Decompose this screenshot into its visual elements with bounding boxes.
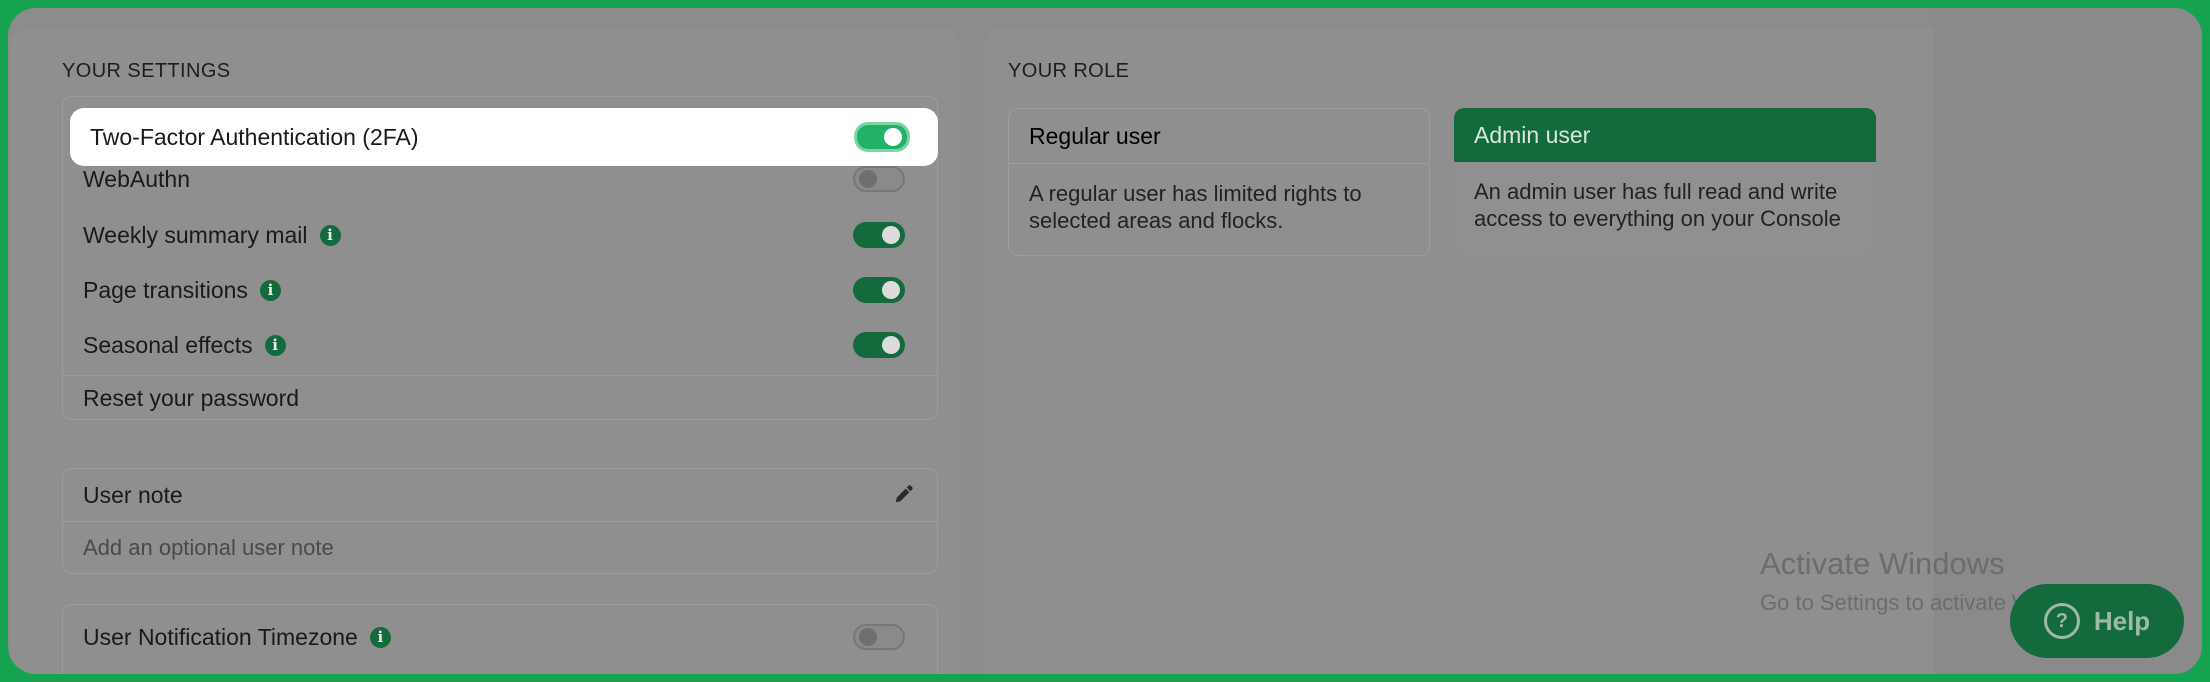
webauthn-toggle[interactable] [853,166,905,192]
setting-label: WebAuthn [83,165,190,192]
user-note-header: User note [63,469,937,521]
setting-label: User Notification Timezone [83,623,358,650]
setting-label: Seasonal effects [83,331,253,358]
timezone-card: User Notification Timezone i [62,604,938,674]
settings-section-title: YOUR SETTINGS [62,60,231,82]
setting-row-page-transitions[interactable]: Page transitions i [63,262,937,318]
info-icon[interactable]: i [319,224,341,246]
toggle-knob [884,128,902,146]
setting-label: Two-Factor Authentication (2FA) [90,123,419,150]
activate-windows-watermark-title: Activate Windows [1760,546,2005,581]
reset-password-link[interactable]: Reset your password [63,375,937,421]
user-note-title: User note [83,481,183,508]
role-option-title: Regular user [1009,109,1429,164]
timezone-toggle[interactable] [853,624,905,650]
toggle-knob [882,281,900,299]
help-label: Help [2093,605,2151,636]
user-note-placeholder: Add an optional user note [83,535,334,560]
info-icon[interactable]: i [369,626,391,648]
weekly-summary-toggle[interactable] [853,222,905,248]
role-option-admin[interactable]: Admin user An admin user has full read a… [1454,108,1876,256]
role-option-description: A regular user has limited rights to sel… [1029,181,1362,233]
page-transitions-toggle[interactable] [853,277,905,303]
toggle-knob [859,170,877,188]
info-icon[interactable]: i [264,334,286,356]
setting-row-timezone[interactable]: User Notification Timezone i [63,609,937,665]
pencil-icon[interactable] [893,483,915,505]
role-section-title: YOUR ROLE [1008,60,1130,82]
reset-password-label: Reset your password [83,384,300,411]
role-option-title: Admin user [1454,108,1876,162]
question-icon: ? [2043,603,2080,639]
toggle-knob [859,628,877,646]
setting-row-2fa[interactable]: Two-Factor Authentication (2FA) [70,108,938,166]
seasonal-effects-toggle[interactable] [853,332,905,358]
toggle-knob [882,226,900,244]
user-note-card: User note Add an optional user note [62,468,938,574]
app-window: YOUR SETTINGS WebAuthn Weekly summary ma… [8,8,2202,674]
toggle-knob [882,336,900,354]
user-note-input[interactable]: Add an optional user note [63,521,937,575]
info-icon[interactable]: i [259,279,281,301]
setting-row-weekly-summary[interactable]: Weekly summary mail i [63,207,937,263]
2fa-toggle[interactable] [854,122,910,152]
help-button[interactable]: ? Help [2010,584,2184,658]
role-option-regular[interactable]: Regular user A regular user has limited … [1008,108,1430,256]
role-option-description: An admin user has full read and write ac… [1474,179,1841,231]
setting-label: Page transitions [83,276,248,303]
setting-label: Weekly summary mail [83,221,308,248]
setting-row-seasonal-effects[interactable]: Seasonal effects i [63,317,937,373]
